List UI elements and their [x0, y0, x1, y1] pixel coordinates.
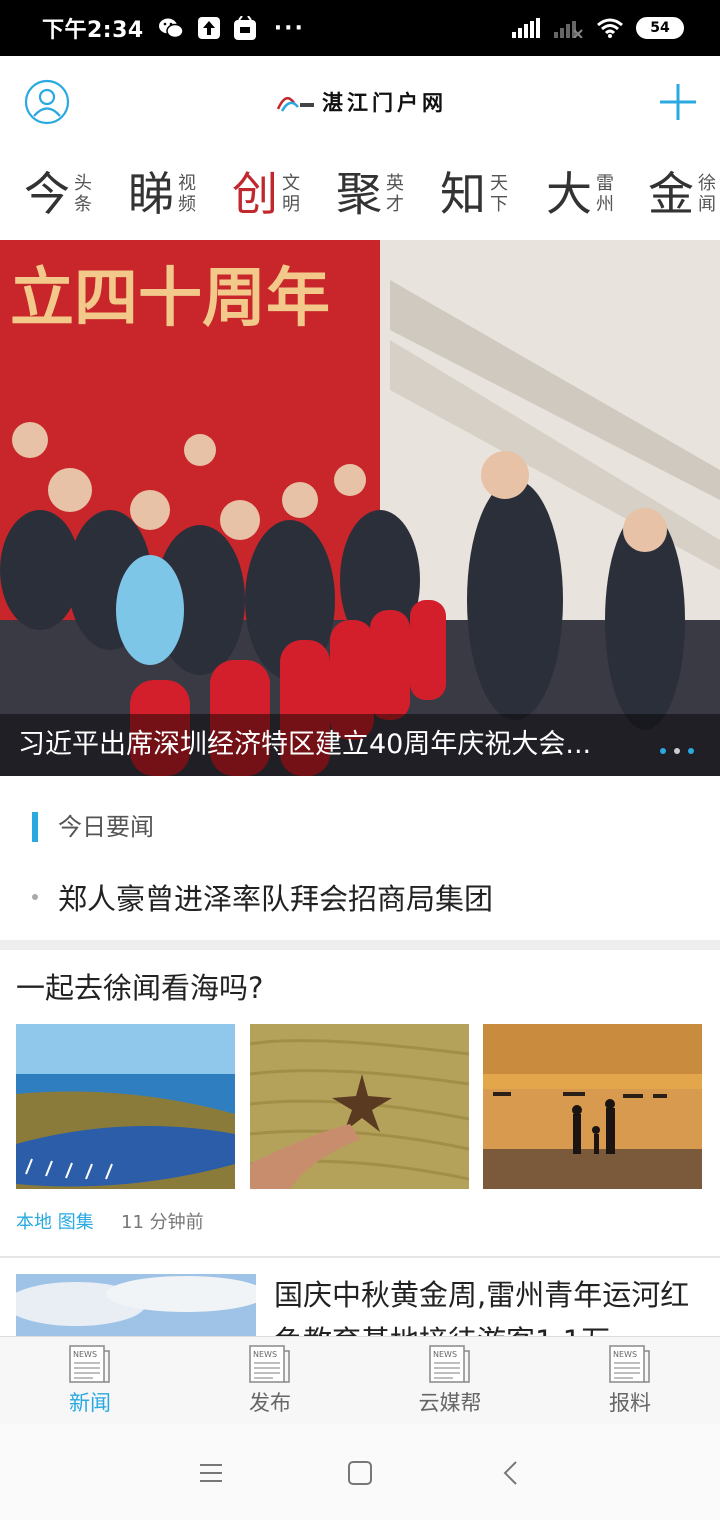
channel-tabs: 今 头条 睇 视频 创 文明 聚 英才 知 天下 大 雷州 金 徐闻	[0, 148, 720, 240]
channel-tab-sub1: 文	[282, 173, 300, 194]
carousel-dot	[674, 748, 680, 754]
gallery-news-card[interactable]: 一起去徐闻看海吗? 本地 图集 11 分钟前	[0, 950, 720, 1256]
channel-tab-sub2: 明	[282, 194, 300, 215]
more-notifications-icon: ···	[273, 15, 305, 41]
logo-mark-icon	[276, 96, 314, 112]
channel-tab-leizhou[interactable]: 大 雷州	[546, 162, 614, 226]
channel-tab-sub1: 雷	[596, 173, 614, 194]
newspaper-icon: NEWS	[249, 1345, 290, 1383]
newspaper-icon: NEWS	[609, 1345, 650, 1383]
signal-icon	[512, 18, 542, 38]
home-icon[interactable]	[347, 1460, 373, 1486]
carousel-dot	[688, 748, 694, 754]
channel-tab-char: 睇	[128, 167, 174, 221]
today-news-section: 今日要闻 郑人豪曾进泽率队拜会招商局集团	[0, 776, 720, 940]
section-separator	[0, 940, 720, 950]
gallery-tag: 本地 图集	[16, 1212, 94, 1233]
battery-indicator: 54	[636, 17, 684, 39]
newspaper-icon-text: NEWS	[73, 1350, 97, 1359]
tab-label: 报料	[609, 1391, 651, 1415]
channel-tab-xuwen[interactable]: 金 徐闻	[648, 162, 716, 226]
channel-tab-sub2: 下	[490, 194, 508, 215]
hero-banner-text: 立四十周年	[10, 261, 330, 336]
bottom-tab-bar: NEWS 新闻 NEWS 发布 NEWS 云媒帮 NEWS 报料	[0, 1336, 720, 1424]
channel-tab-sub2: 条	[74, 194, 92, 215]
tab-label: 发布	[249, 1391, 291, 1415]
channel-tab-sub1: 头	[74, 173, 92, 194]
channel-tab-char: 金	[648, 167, 694, 221]
newspaper-icon-text: NEWS	[253, 1350, 277, 1359]
news-thumb-sky	[6, 1274, 266, 1338]
app-header: 湛江门户网	[0, 56, 720, 148]
status-bar: 下午2:34 ··· 54	[0, 0, 720, 56]
today-news-item[interactable]: 郑人豪曾进泽率队拜会招商局集团	[32, 876, 493, 918]
hero-caption[interactable]: 习近平出席深圳经济特区建立40周年庆祝大会...	[0, 714, 720, 776]
carousel-indicator	[660, 748, 694, 754]
gallery-thumb-sunset[interactable]	[483, 1024, 702, 1189]
channel-tab-char: 知	[440, 167, 486, 221]
news-list-item[interactable]: 国庆中秋黄金周,雷州青年运河红色教育基地接待游客1.1万	[0, 1258, 720, 1338]
channel-tab-char: 今	[24, 167, 70, 221]
channel-tab-sub1: 英	[386, 173, 404, 194]
tab-report[interactable]: NEWS 报料	[540, 1337, 720, 1424]
channel-tab-char: 大	[546, 167, 592, 221]
channel-tab-sub2: 州	[596, 194, 614, 215]
channel-tab-talent[interactable]: 聚 英才	[336, 162, 404, 226]
logo-text: 湛江门户网	[322, 90, 447, 115]
hero-carousel[interactable]: 立四十周年 习近平出席深圳经济特区建立40周年庆祝大会...	[0, 240, 720, 776]
channel-tab-sub1: 徐	[698, 173, 716, 194]
wechat-icon	[158, 17, 184, 39]
tab-news[interactable]: NEWS 新闻	[0, 1337, 180, 1424]
channel-tab-sub1: 天	[490, 173, 508, 194]
channel-tab-sub1: 视	[178, 173, 196, 194]
newspaper-icon-text: NEWS	[433, 1350, 457, 1359]
section-accent-bar	[32, 812, 38, 842]
wifi-icon	[596, 17, 624, 39]
channel-tab-sub2: 才	[386, 194, 404, 215]
bullet-icon	[32, 894, 38, 900]
tab-label: 云媒帮	[418, 1391, 482, 1415]
gallery-time: 11 分钟前	[121, 1212, 204, 1233]
newspaper-icon-text: NEWS	[613, 1350, 637, 1359]
hero-caption-text: 习近平出席深圳经济特区建立40周年庆祝大会...	[18, 729, 592, 760]
newspaper-icon: NEWS	[429, 1345, 470, 1383]
channel-tab-world[interactable]: 知 天下	[440, 162, 508, 226]
channel-tab-sub2: 频	[178, 194, 196, 215]
channel-tab-video[interactable]: 睇 视频	[128, 162, 196, 226]
tab-label: 新闻	[69, 1391, 111, 1415]
channel-tab-char: 聚	[336, 167, 382, 221]
channel-tab-sub2: 闻	[698, 194, 716, 215]
today-news-title: 今日要闻	[58, 813, 154, 841]
add-channel-icon[interactable]	[656, 80, 700, 124]
today-news-item-text: 郑人豪曾进泽率队拜会招商局集团	[58, 882, 494, 916]
status-time: 下午2:34	[42, 18, 144, 43]
tab-publish[interactable]: NEWS 发布	[180, 1337, 360, 1424]
app-logo: 湛江门户网	[276, 86, 447, 118]
tab-cloud-media[interactable]: NEWS 云媒帮	[360, 1337, 540, 1424]
news-title: 国庆中秋黄金周,雷州青年运河红色教育基地接待游客1.1万	[274, 1278, 690, 1338]
channel-tab-civilization[interactable]: 创 文明	[232, 162, 300, 226]
gallery-thumb-starfish[interactable]	[250, 1024, 469, 1189]
mi-app-icon	[233, 16, 256, 40]
newspaper-icon: NEWS	[69, 1345, 110, 1383]
back-icon[interactable]	[498, 1460, 524, 1486]
gallery-title: 一起去徐闻看海吗?	[16, 971, 264, 1005]
gallery-thumb-beach[interactable]	[16, 1024, 235, 1189]
system-navigation-bar	[0, 1424, 720, 1520]
signal-nosim-icon	[554, 18, 584, 38]
channel-tab-headlines[interactable]: 今 头条	[24, 162, 92, 226]
menu-icon[interactable]	[198, 1460, 224, 1486]
carousel-dot	[660, 748, 666, 754]
hero-image: 立四十周年	[0, 240, 720, 776]
channel-tab-char: 创	[232, 167, 278, 221]
user-profile-icon[interactable]	[24, 79, 70, 125]
upload-icon	[197, 17, 220, 39]
